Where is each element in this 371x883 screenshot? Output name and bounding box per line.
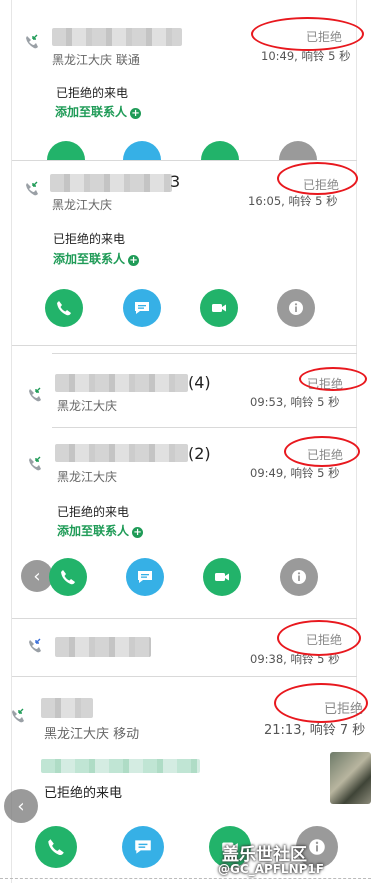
video-icon [215,573,229,581]
annotation-circle [284,436,360,467]
caller-name-suffix: (4) [188,373,211,392]
left-border [11,0,12,883]
add-to-contacts-label: 添加至联系人 [53,252,126,266]
video-call-button[interactable] [201,141,239,161]
blurred-caller-name [41,698,93,718]
info-button[interactable] [280,558,318,596]
message-button[interactable] [126,558,164,596]
blurred-add-contact-row [41,759,200,773]
caller-location: 黑龙江大庆 [52,198,113,212]
divider [12,160,357,161]
caller-name-suffix: (2) [188,444,211,463]
blurred-caller-name [52,28,182,46]
annotation-circle [277,162,358,195]
message-icon [135,302,149,314]
annotation-circle [251,17,364,51]
message-button[interactable] [122,826,164,868]
divider [12,618,357,619]
incoming-call-icon [29,638,41,653]
right-border [356,0,357,720]
plus-icon: + [132,527,144,538]
blurred-caller-name [50,174,172,192]
rejected-call-label: 已拒绝的来电 [44,786,123,801]
info-icon [289,301,303,315]
blurred-caller-name [55,637,151,657]
call-button[interactable] [49,558,87,596]
message-button[interactable] [123,289,161,327]
phone-icon [48,839,64,856]
call-button[interactable] [47,141,85,161]
watermark-handle: @GC_APFLNP1F [218,862,324,876]
add-to-contacts-label: 添加至联系人 [55,105,128,119]
phone-icon [57,301,71,316]
message-icon [138,571,152,583]
incoming-call-icon [26,181,38,196]
message-button[interactable] [123,141,161,161]
screenshot-collage: 黑龙江大庆 联通 已拒绝 10:49, 响铃 5 秒 已拒绝的来电 添加至联系人… [0,0,371,883]
plus-icon: + [128,255,140,266]
blurred-caller-name [55,444,188,462]
call-time: 09:53, 响铃 5 秒 [250,395,340,409]
blurred-caller-name [55,374,188,392]
call-time: 16:05, 响铃 5 秒 [248,194,338,208]
call-time: 09:49, 响铃 5 秒 [250,466,340,480]
add-to-contacts-link[interactable]: 添加至联系人 + [55,103,142,120]
divider [12,345,357,346]
floating-thumbnail [330,752,371,804]
annotation-circle [299,367,367,391]
message-icon [135,840,151,854]
divider [52,353,357,354]
incoming-call-icon [29,387,41,402]
rejected-call-label: 已拒绝的来电 [53,232,126,246]
video-call-button[interactable] [203,558,241,596]
call-button[interactable] [45,289,83,327]
info-button[interactable] [277,289,315,327]
caller-location: 黑龙江大庆 [57,470,118,484]
incoming-call-icon [12,708,24,723]
divider [52,427,357,428]
incoming-call-icon [26,34,38,49]
info-button[interactable] [279,141,317,161]
annotation-circle [274,683,368,723]
phone-icon [61,570,75,585]
call-button[interactable] [35,826,77,868]
rejected-call-label: 已拒绝的来电 [56,86,129,100]
caller-location: 黑龙江大庆 移动 [44,727,140,742]
plus-icon: + [130,108,142,119]
info-icon [292,570,306,584]
annotation-circle [277,620,361,656]
incoming-call-icon [29,456,41,471]
caller-location: 黑龙江大庆 [57,399,118,413]
add-to-contacts-label: 添加至联系人 [57,524,130,538]
back-chevron-icon[interactable]: ‹ [4,789,38,823]
video-icon [212,304,226,312]
info-icon [309,839,325,855]
rejected-call-label: 已拒绝的来电 [57,505,130,519]
caller-name-suffix: 3 [170,172,181,191]
caller-location: 黑龙江大庆 联通 [52,53,140,67]
divider [12,676,357,677]
add-to-contacts-link[interactable]: 添加至联系人 + [57,522,144,539]
bottom-divider [0,878,371,879]
add-to-contacts-link[interactable]: 添加至联系人 + [53,250,140,267]
video-call-button[interactable] [200,289,238,327]
